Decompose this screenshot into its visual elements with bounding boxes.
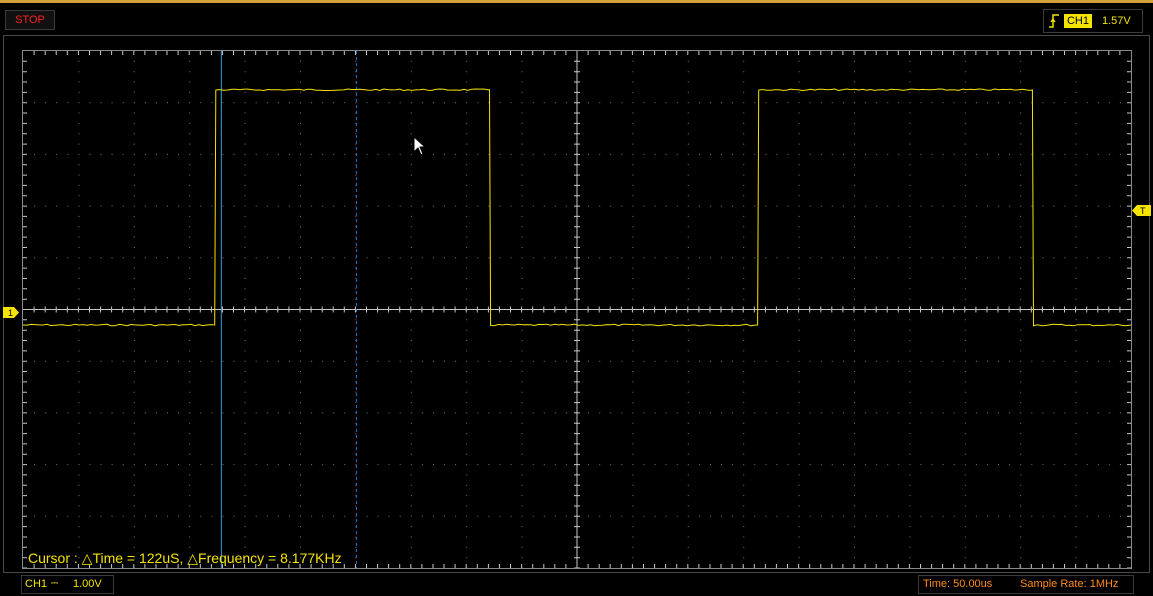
- trigger-level: 1.57V: [1102, 15, 1131, 27]
- cursor-readout: Cursor : △Time = 122uS, △Frequency = 8.1…: [28, 550, 342, 566]
- rising-edge-icon: [1049, 14, 1059, 28]
- top-status-bar: STOP CH1 1.57V: [0, 6, 1153, 33]
- run-stop-badge[interactable]: STOP: [5, 10, 55, 30]
- dc-coupling-icon: ⎓: [51, 578, 58, 588]
- channel-name: CH1: [25, 578, 48, 590]
- channel-1-level-marker[interactable]: 1: [3, 307, 19, 318]
- trigger-marker-label: T: [1140, 206, 1146, 216]
- waveform-display[interactable]: Cursor : △Time = 122uS, △Frequency = 8.1…: [22, 50, 1132, 569]
- trigger-channel: CH1: [1064, 14, 1092, 28]
- mouse-pointer-icon: [413, 136, 427, 156]
- trigger-info[interactable]: CH1 1.57V: [1043, 9, 1143, 33]
- trigger-level-marker[interactable]: T: [1132, 205, 1151, 216]
- acquisition-info[interactable]: Time: 50.00us Sample Rate: 1MHz: [918, 575, 1134, 594]
- timebase-value: Time: 50.00us: [923, 578, 993, 590]
- graticule: [23, 51, 1131, 568]
- sample-rate-value: Sample Rate: 1MHz: [1020, 578, 1119, 590]
- oscilloscope-window: STOP CH1 1.57V 1 T Cursor : △Time = 122u…: [0, 0, 1153, 594]
- channel-marker-label: 1: [8, 308, 13, 318]
- waveform-plot: [23, 51, 1131, 568]
- channel-scale[interactable]: CH1 ⎓ 1.00V: [21, 575, 114, 594]
- volts-per-div: 1.00V: [73, 578, 102, 590]
